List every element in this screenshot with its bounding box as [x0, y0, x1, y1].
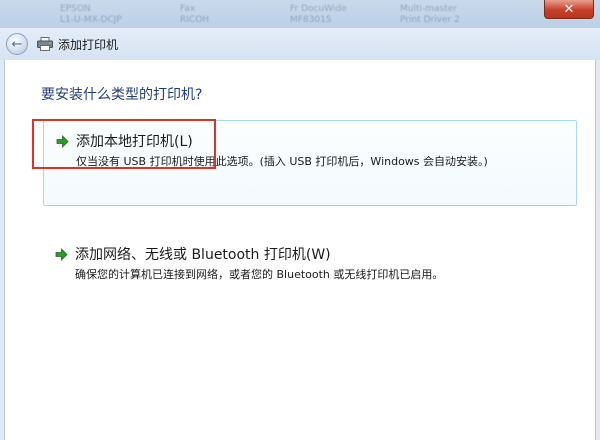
- add-network-printer-title: 添加网络、无线或 Bluetooth 打印机(W): [75, 247, 331, 263]
- printer-icon: [37, 37, 53, 51]
- add-network-printer-option[interactable]: 添加网络、无线或 Bluetooth 打印机(W) 确保您的计算机已连接到网络，…: [43, 234, 577, 284]
- close-button[interactable]: ✕: [544, 0, 594, 19]
- background-cell: Print Driver 2: [400, 15, 460, 25]
- background-cell: RICOH: [180, 15, 210, 25]
- background-cell: EPSON: [60, 4, 91, 14]
- add-network-printer-description: 确保您的计算机已连接到网络，或者您的 Bluetooth 或无线打印机已启用。: [75, 268, 444, 281]
- wizard-content: 要安装什么类型的打印机? 添加本地打印机(L) 仅当没有 USB 打印机时使用此…: [4, 60, 596, 440]
- back-button[interactable]: ←: [6, 33, 28, 55]
- green-arrow-icon: [55, 248, 68, 261]
- highlight-box: [32, 119, 216, 169]
- close-icon: ✕: [563, 1, 575, 17]
- background-cell: Fax: [180, 4, 196, 14]
- background-window-strip: EPSON Fax Fr DocuWide Multi-master L1-U-…: [0, 0, 600, 28]
- window-title: 添加打印机: [58, 38, 119, 52]
- back-arrow-icon: ←: [11, 36, 23, 52]
- nav-bar: ← 添加打印机: [0, 28, 600, 60]
- background-cell: MF8301S: [290, 15, 332, 25]
- background-cell: Fr DocuWide: [290, 4, 347, 14]
- background-cell: L1-U-MX-DCJP: [60, 15, 122, 25]
- background-cell: Multi-master: [400, 4, 457, 14]
- page-title: 要安装什么类型的打印机?: [41, 87, 203, 103]
